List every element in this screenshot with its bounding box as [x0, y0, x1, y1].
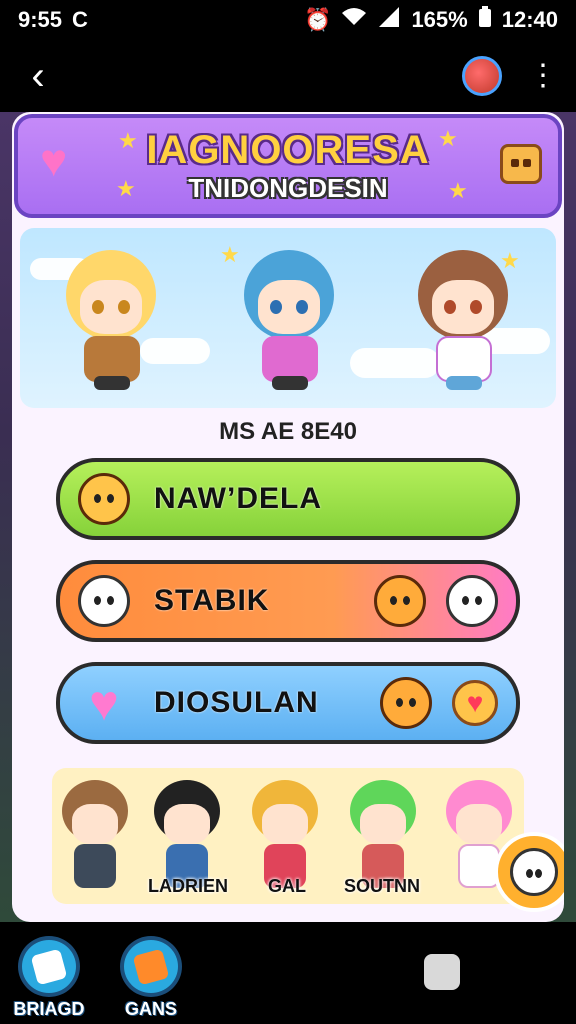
star-icon: ★ [438, 126, 458, 151]
bottom-nav: BRIAGD GANS [0, 922, 576, 1024]
app-bar-actions: ⋮ [462, 56, 558, 96]
c-icon: C [72, 7, 88, 32]
nav-item-gans[interactable]: GANS [106, 936, 196, 1020]
star-icon: ★ [448, 178, 468, 203]
orange-bear-icon [380, 677, 432, 729]
app-bar: ‹ ⋮ [0, 40, 576, 112]
heart-icon: ♥ [40, 134, 68, 186]
status-time-left: 9:55 [18, 7, 63, 32]
game-card: ♥ ★ ★ ★ ★ IAGNOORESA TNIDONGDESIN ★ ★ MS… [12, 112, 564, 922]
cube-icon [18, 936, 80, 997]
box-icon [120, 936, 182, 997]
header-banner: ♥ ★ ★ ★ ★ IAGNOORESA TNIDONGDESIN [14, 114, 562, 218]
page-title: IAGNOORESA [146, 128, 430, 172]
menu-button-label: DIOSULAN [154, 686, 319, 719]
robot-icon[interactable] [500, 144, 542, 184]
menu-button-3[interactable]: ♥ DIOSULAN ♥ [56, 662, 520, 744]
status-right: ⏰ 165% 12:40 [304, 6, 558, 34]
menu-button-icons: ♥ [380, 677, 498, 729]
character-roster: LADRIEN GAL SOUTNN [52, 768, 524, 904]
menu-button-1[interactable]: NAW’DELA [56, 458, 520, 540]
page-subtitle: TNIDONGDESIN [188, 173, 388, 203]
hero-banner: ★ ★ [20, 228, 556, 408]
heart-badge-icon: ♥ [452, 680, 498, 726]
status-time-right: 12:40 [501, 7, 558, 32]
white-bear-icon [446, 575, 498, 627]
status-left: 9:55 C [18, 7, 88, 33]
menu-button-icons [374, 575, 498, 627]
app-badge-icon[interactable] [462, 56, 502, 96]
section-label: MS AE 8E40 [219, 418, 357, 445]
roster-label: LADRIEN [148, 876, 228, 896]
orange-bear-icon [374, 575, 426, 627]
nav-item-briagd[interactable]: BRIAGD [4, 936, 94, 1020]
signal-icon [377, 7, 401, 33]
wifi-icon [341, 7, 367, 33]
character-blonde [50, 244, 170, 394]
nav-label: GANS [124, 999, 177, 1019]
star-icon: ★ [118, 128, 138, 153]
menu-button-label: STABIK [154, 584, 270, 617]
cat-face-icon [78, 473, 130, 525]
more-options-icon[interactable]: ⋮ [528, 61, 558, 91]
star-icon: ★ [116, 176, 136, 201]
roster-label: GAL [268, 876, 306, 896]
battery-icon [478, 6, 492, 34]
bear-fab-button[interactable] [494, 832, 564, 912]
character-blue-hair [228, 244, 348, 394]
character-brown-hair [402, 244, 522, 394]
heart-icon: ♥ [89, 675, 119, 731]
menu-button-2[interactable]: STABIK [56, 560, 520, 642]
roster-character[interactable] [52, 776, 136, 900]
main-area: ♥ ★ ★ ★ ★ IAGNOORESA TNIDONGDESIN ★ ★ MS… [0, 112, 576, 922]
status-bar: 9:55 C ⏰ 165% 12:40 [0, 0, 576, 40]
menu-button-label: NAW’DELA [154, 482, 322, 515]
home-button[interactable] [424, 954, 460, 990]
alarm-icon: ⏰ [304, 7, 332, 32]
white-bear-icon [510, 848, 558, 896]
white-bear-icon [78, 575, 130, 627]
nav-label: BRIAGD [13, 999, 85, 1019]
back-arrow-icon[interactable]: ‹ [18, 56, 58, 96]
roster-label: SOUTNN [344, 876, 420, 896]
battery-percent: 165% [411, 7, 468, 32]
